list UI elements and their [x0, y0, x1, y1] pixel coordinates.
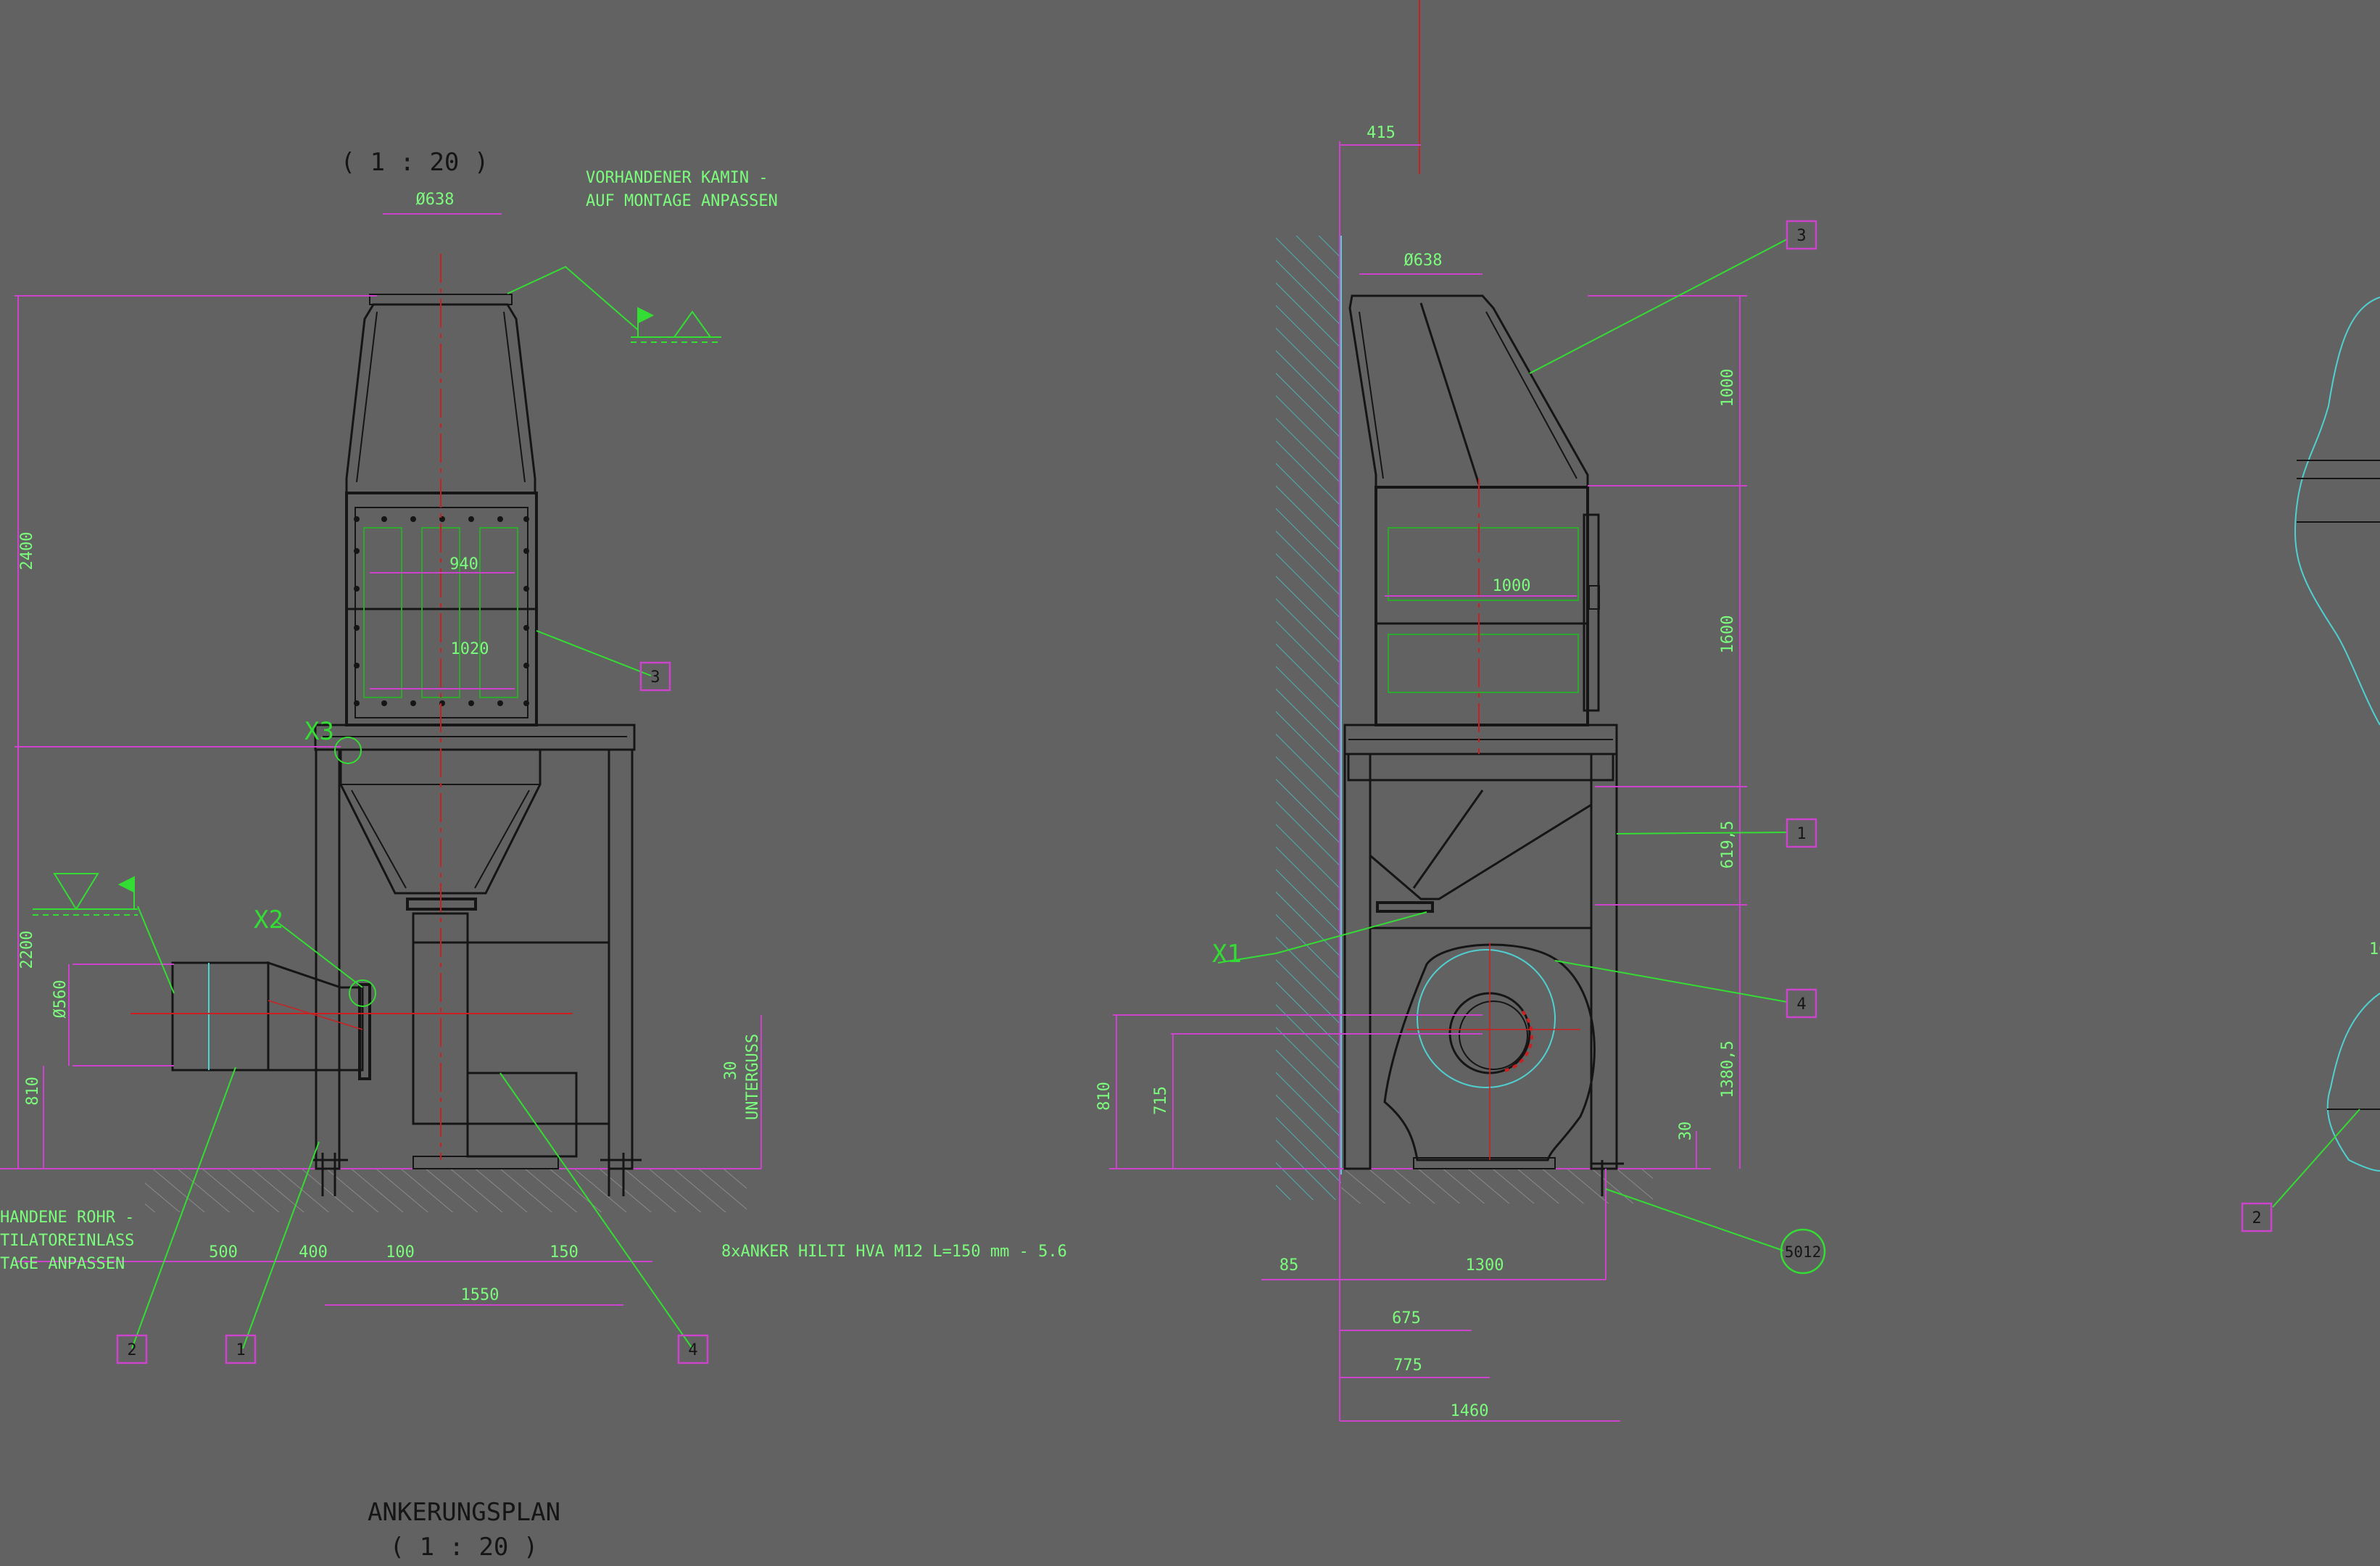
side-dim-775: 775 [1393, 1356, 1422, 1375]
partial-break-outline-2 [2326, 993, 2380, 1172]
side-dim-1000-w: 1000 [1493, 577, 1531, 595]
side-fan-inlet-cyan [1417, 949, 1556, 1088]
note-rohr-2: TILATOREINLASS [0, 1232, 134, 1250]
side-leg-right [1590, 753, 1618, 1170]
note-unterguss-value: 30 [722, 1061, 740, 1081]
partial-break-outline [2294, 297, 2380, 726]
note-kamin-2: AUF MONTAGE ANPASSEN [586, 192, 778, 210]
front-weld-symbol-left [33, 873, 138, 916]
side-dim-85: 85 [1280, 1256, 1299, 1275]
side-wall-hatch [1276, 236, 1341, 1200]
side-dim-d638: Ø638 [1404, 252, 1443, 270]
front-dim-940: 940 [449, 555, 478, 573]
side-hopper-flange [1376, 901, 1434, 913]
front-filter-cartridge-1 [363, 527, 402, 698]
balloon-side-1: 1 [1796, 825, 1806, 843]
front-fan-motor [466, 1072, 578, 1158]
partial-leader [2272, 1109, 2360, 1208]
front-inlet-duct [171, 961, 270, 1072]
front-leg-left [315, 748, 341, 1170]
side-dim-715: 715 [1152, 1086, 1170, 1115]
front-dim-2200: 2200 [18, 931, 36, 969]
scale-top: ( 1 : 20 ) [341, 148, 489, 177]
note-kamin-1: VORHANDENER KAMIN - [586, 169, 768, 187]
front-leg-right [608, 748, 634, 1170]
side-dim-675: 675 [1392, 1309, 1421, 1327]
side-dim-810: 810 [1095, 1082, 1114, 1111]
side-leg-left [1343, 753, 1372, 1170]
side-filter-green-bottom [1388, 634, 1579, 693]
side-dim-30: 30 [1677, 1122, 1695, 1141]
balloon-side-5012: 5012 [1785, 1243, 1822, 1261]
side-dim-1300: 1300 [1466, 1256, 1504, 1275]
front-dim-1550: 1550 [461, 1286, 499, 1304]
note-unterguss-label: UNTERGUSS [744, 1034, 762, 1120]
balloon-front-1: 1 [236, 1341, 245, 1359]
note-rohr-1: HANDENE ROHR - [0, 1209, 134, 1227]
side-dim-415: 415 [1367, 124, 1396, 142]
partial-view [2272, 297, 2380, 1208]
side-filter-green-top [1388, 527, 1579, 601]
front-dim-d638: Ø638 [416, 191, 455, 209]
front-dim-100: 100 [386, 1243, 415, 1262]
side-chimney-seam-3 [1485, 311, 1577, 479]
front-view [0, 213, 762, 1349]
front-dim-2400: 2400 [18, 532, 36, 571]
side-dim-619: 619,5 [1719, 821, 1737, 869]
side-dim-1000-h: 1000 [1719, 369, 1737, 407]
balloon-side-4: 4 [1796, 995, 1806, 1014]
front-dim-d560: Ø560 [51, 980, 70, 1019]
side-dim-1600: 1600 [1719, 616, 1737, 654]
front-ground-hatch [145, 1169, 747, 1212]
front-dim-150: 150 [550, 1243, 579, 1262]
balloon-front-4: 4 [688, 1341, 697, 1359]
partial-dim-16: 16 [2369, 940, 2380, 958]
side-hopper [1369, 779, 1593, 900]
front-fan-casing [412, 941, 610, 1125]
side-frame-band [1347, 753, 1614, 782]
side-fan-hub-inner [1459, 1000, 1528, 1070]
front-inlet-flange [358, 983, 371, 1080]
balloon-right-2: 2 [2252, 1209, 2261, 1227]
front-chimney-inner-right [503, 311, 526, 483]
front-dim-810: 810 [24, 1077, 42, 1106]
detail-marker-x1: X1 [1212, 940, 1242, 969]
front-dimension-lines [14, 213, 762, 1306]
front-filter-cartridge-3 [479, 527, 518, 698]
front-weld-symbol-top [631, 307, 721, 343]
scale-bottom: ( 1 : 20 ) [390, 1533, 539, 1562]
front-dim-500: 500 [209, 1243, 238, 1262]
front-hopper-inner-right [474, 790, 530, 889]
front-dim-400: 400 [299, 1243, 328, 1262]
front-dim-1020: 1020 [451, 640, 489, 658]
balloon-front-2: 2 [127, 1341, 136, 1359]
side-chimney-seam-1 [1419, 302, 1480, 485]
side-hopper-seam [1412, 790, 1484, 889]
note-rohr-3: TAGE ANPASSEN [0, 1255, 125, 1273]
side-view [1109, 0, 1788, 1422]
front-fan-base [412, 1156, 559, 1169]
detail-marker-x2: X2 [254, 906, 283, 935]
front-hopper-inner-left [351, 790, 407, 889]
balloon-front-3: 3 [650, 668, 660, 687]
side-filter-housing [1374, 486, 1589, 726]
side-chimney [1348, 294, 1589, 489]
front-chimney-inner-left [356, 311, 378, 483]
balloon-side-3: 3 [1796, 227, 1806, 245]
plan-title: ANKERUNGSPLAN [368, 1498, 560, 1527]
cad-drawing: ( 1 : 20 ) ANKERUNGSPLAN ( 1 : 20 ) VORH… [0, 0, 2380, 1562]
detail-marker-x3: X3 [304, 717, 334, 746]
side-dim-1460: 1460 [1451, 1402, 1489, 1420]
note-anker: 8xANKER HILTI HVA M12 L=150 mm - 5.6 [721, 1243, 1067, 1261]
side-dim-1380: 1380,5 [1719, 1040, 1737, 1098]
